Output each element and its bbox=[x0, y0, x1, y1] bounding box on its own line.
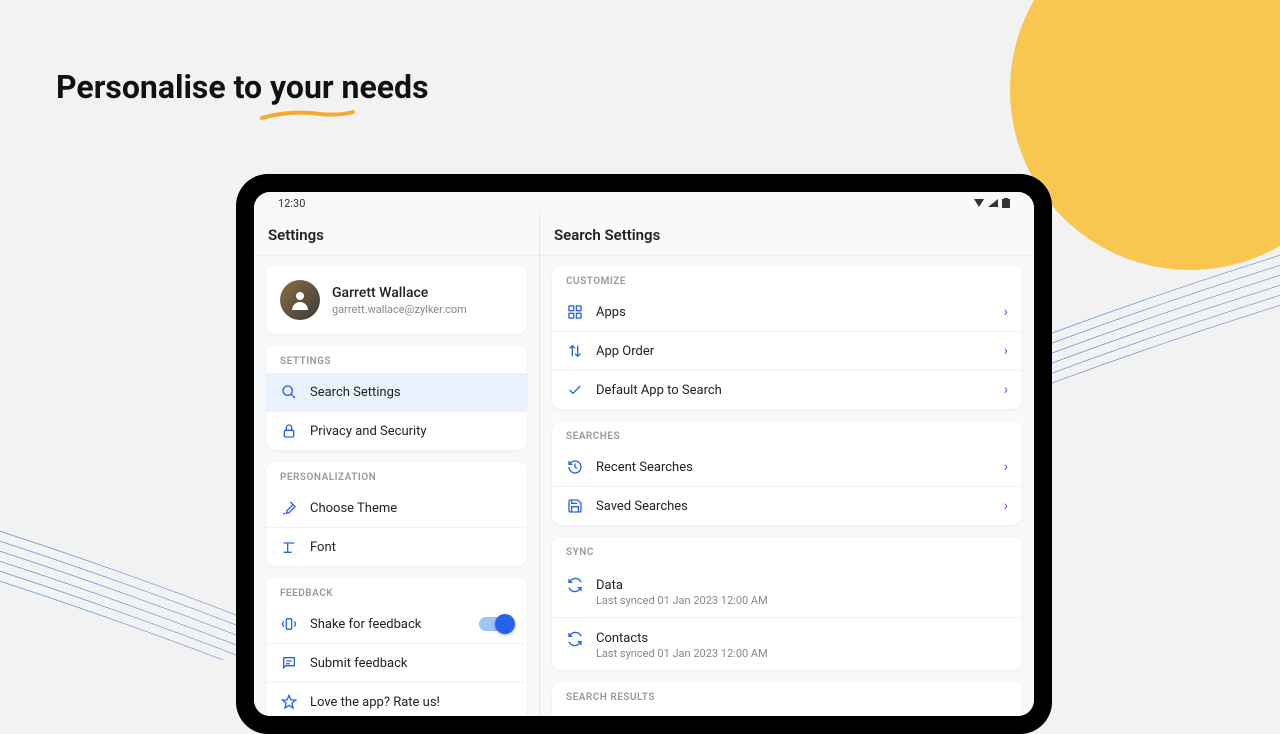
chevron-right-icon: › bbox=[1004, 343, 1008, 359]
sidebar-item-privacy[interactable]: Privacy and Security bbox=[266, 411, 527, 450]
row-label: App Order bbox=[596, 344, 1004, 359]
sidebar-item-rate-app[interactable]: Love the app? Rate us! bbox=[266, 682, 527, 716]
row-label: Default App to Search bbox=[596, 383, 1004, 398]
toggle-shake-feedback[interactable] bbox=[479, 617, 513, 631]
row-recent-searches[interactable]: Recent Searches › bbox=[552, 448, 1022, 486]
sidebar-item-label: Search Settings bbox=[310, 385, 513, 400]
sidebar-item-label: Submit feedback bbox=[310, 656, 513, 671]
searches-card: SEARCHES Recent Searches › Saved Searche… bbox=[552, 421, 1022, 525]
section-label-feedback: FEEDBACK bbox=[266, 578, 527, 605]
row-sublabel: Last synced 01 Jan 2023 12:00 AM bbox=[552, 647, 1022, 670]
feedback-section-card: FEEDBACK Shake for feedback Submit feedb… bbox=[266, 578, 527, 716]
sort-icon bbox=[566, 342, 584, 360]
battery-icon bbox=[1002, 198, 1010, 208]
apps-icon bbox=[566, 303, 584, 321]
check-icon bbox=[566, 381, 584, 399]
hero-underline bbox=[260, 108, 355, 124]
row-label: Apps bbox=[596, 305, 1004, 320]
row-apps[interactable]: Apps › bbox=[552, 293, 1022, 331]
signal-icon bbox=[988, 199, 998, 207]
status-time: 12:30 bbox=[278, 197, 305, 210]
chevron-right-icon: › bbox=[1004, 382, 1008, 398]
chevron-right-icon: › bbox=[1004, 459, 1008, 475]
sidebar-item-label: Font bbox=[310, 540, 513, 555]
right-pane-title: Search Settings bbox=[540, 214, 1034, 256]
chevron-right-icon: › bbox=[1004, 498, 1008, 514]
sync-icon bbox=[566, 630, 584, 648]
shake-icon bbox=[280, 615, 298, 633]
sidebar-item-search-settings[interactable]: Search Settings bbox=[266, 373, 527, 411]
sync-icon bbox=[566, 576, 584, 594]
profile-name: Garrett Wallace bbox=[332, 285, 467, 301]
section-label-search-results: SEARCH RESULTS bbox=[552, 682, 1022, 709]
hero-title: Personalise to your needs bbox=[56, 68, 429, 106]
sidebar-item-font[interactable]: Font bbox=[266, 527, 527, 566]
section-label-settings: SETTINGS bbox=[266, 346, 527, 373]
avatar bbox=[280, 280, 320, 320]
row-sublabel: Last synced 01 Jan 2023 12:00 AM bbox=[552, 594, 1022, 617]
tablet-screen: 12:30 Settings Garrett Wallace garrett.w… bbox=[254, 192, 1034, 716]
row-label: Saved Searches bbox=[596, 499, 1004, 514]
section-label-sync: SYNC bbox=[552, 537, 1022, 564]
star-icon bbox=[280, 693, 298, 711]
sidebar-item-label: Love the app? Rate us! bbox=[310, 695, 513, 710]
row-label: Data bbox=[596, 578, 1008, 593]
row-label: Recent Searches bbox=[596, 460, 1004, 475]
wifi-icon bbox=[974, 199, 984, 207]
left-pane-title: Settings bbox=[254, 214, 539, 256]
save-icon bbox=[566, 497, 584, 515]
row-highlight-matching[interactable]: Highlight matching words in the search r… bbox=[552, 709, 1022, 716]
section-label-searches: SEARCHES bbox=[552, 421, 1022, 448]
sidebar-item-label: Choose Theme bbox=[310, 501, 513, 516]
row-label: Contacts bbox=[596, 631, 1008, 646]
brush-icon bbox=[280, 499, 298, 517]
sync-card: SYNC Data Last synced 01 Jan 2023 12:00 … bbox=[552, 537, 1022, 670]
sidebar-item-label: Privacy and Security bbox=[310, 424, 513, 439]
history-icon bbox=[566, 458, 584, 476]
settings-right-pane: Search Settings CUSTOMIZE Apps › App Ord… bbox=[540, 214, 1034, 716]
search-icon bbox=[280, 383, 298, 401]
lock-icon bbox=[280, 422, 298, 440]
sidebar-item-submit-feedback[interactable]: Submit feedback bbox=[266, 643, 527, 682]
chevron-right-icon: › bbox=[1004, 304, 1008, 320]
section-label-personalization: PERSONALIZATION bbox=[266, 462, 527, 489]
row-saved-searches[interactable]: Saved Searches › bbox=[552, 486, 1022, 525]
sidebar-item-label: Shake for feedback bbox=[310, 617, 479, 632]
sidebar-item-theme[interactable]: Choose Theme bbox=[266, 489, 527, 527]
row-app-order[interactable]: App Order › bbox=[552, 331, 1022, 370]
profile-card[interactable]: Garrett Wallace garrett.wallace@zylker.c… bbox=[266, 266, 527, 334]
tablet-frame: 12:30 Settings Garrett Wallace garrett.w… bbox=[236, 174, 1052, 734]
search-results-card: SEARCH RESULTS Highlight matching words … bbox=[552, 682, 1022, 716]
status-bar: 12:30 bbox=[254, 192, 1034, 214]
customize-card: CUSTOMIZE Apps › App Order › Default App… bbox=[552, 266, 1022, 409]
personalization-section-card: PERSONALIZATION Choose Theme Font bbox=[266, 462, 527, 566]
row-default-app[interactable]: Default App to Search › bbox=[552, 370, 1022, 409]
settings-section-card: SETTINGS Search Settings Privacy and Sec… bbox=[266, 346, 527, 450]
font-icon bbox=[280, 538, 298, 556]
settings-left-pane: Settings Garrett Wallace garrett.wallace… bbox=[254, 214, 540, 716]
section-label-customize: CUSTOMIZE bbox=[552, 266, 1022, 293]
feedback-icon bbox=[280, 654, 298, 672]
sidebar-item-shake-feedback[interactable]: Shake for feedback bbox=[266, 605, 527, 643]
profile-email: garrett.wallace@zylker.com bbox=[332, 303, 467, 316]
